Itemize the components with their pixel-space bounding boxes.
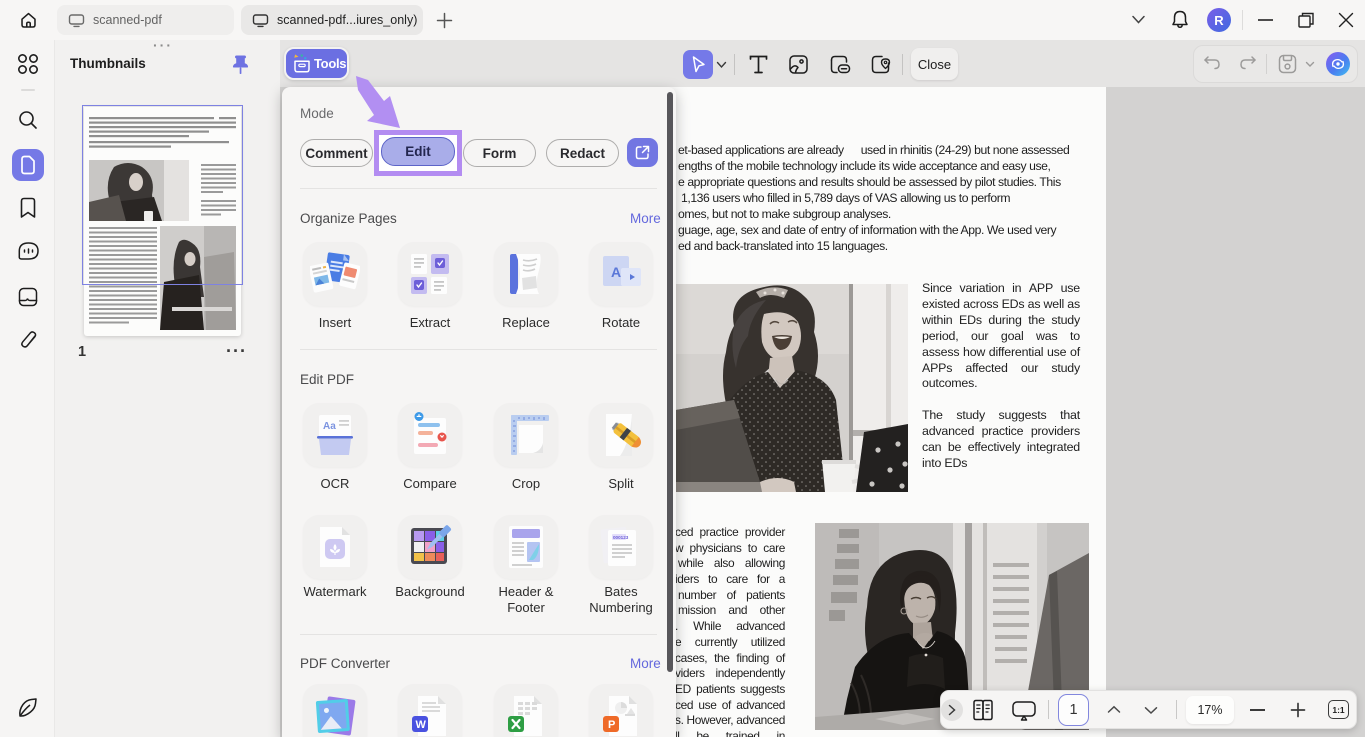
svg-text:P: P — [608, 719, 615, 731]
svg-text:Aa: Aa — [323, 421, 336, 432]
svg-text:000123: 000123 — [613, 535, 629, 540]
svg-text:W: W — [416, 719, 427, 731]
svg-text:A: A — [611, 264, 621, 280]
